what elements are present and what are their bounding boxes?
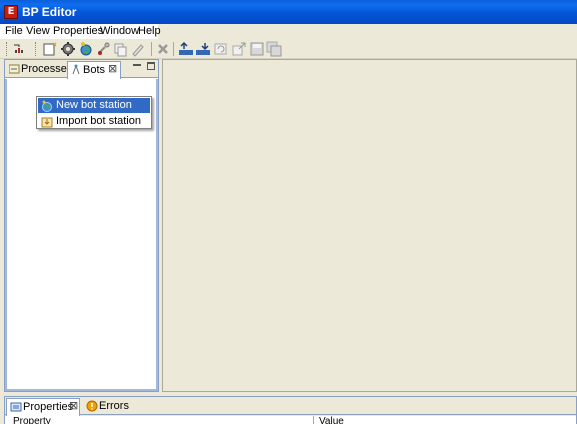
save-all-icon[interactable]: [266, 41, 282, 57]
editor-area[interactable]: [162, 59, 577, 392]
toolbar-separator: [173, 42, 174, 56]
tab-properties[interactable]: Properties ⊠: [6, 398, 80, 416]
menu-item-label: New bot station: [56, 99, 132, 111]
column-divider[interactable]: [313, 416, 314, 424]
properties-icon: [10, 401, 22, 413]
copy-icon[interactable]: [112, 41, 128, 57]
delete-icon[interactable]: [155, 41, 171, 57]
tab-processes[interactable]: Processes: [6, 61, 72, 78]
menu-item-label: Import bot station: [56, 115, 141, 127]
close-icon[interactable]: ⊠: [108, 62, 117, 77]
tab-processes-label: Processes: [21, 63, 73, 75]
toolbar: [0, 39, 577, 59]
toolbar-separator: [151, 42, 152, 56]
gear-icon[interactable]: [60, 41, 76, 57]
new-process-icon[interactable]: [12, 41, 28, 57]
menu-window[interactable]: Window: [100, 25, 139, 37]
view-tab-bar: Processes Bots ⊠: [5, 60, 158, 79]
menu-file[interactable]: File: [5, 25, 23, 37]
close-icon[interactable]: ⊠: [69, 399, 78, 414]
properties-table[interactable]: Property Value: [5, 416, 576, 424]
new-folder-icon[interactable]: [42, 41, 58, 57]
processes-icon: [8, 63, 20, 74]
export-icon[interactable]: [231, 41, 247, 57]
upload-icon[interactable]: [178, 41, 194, 57]
tab-bots-label: Bots: [83, 64, 106, 76]
column-header-property[interactable]: Property: [13, 416, 51, 424]
menu-help[interactable]: Help: [138, 25, 161, 37]
minimize-icon[interactable]: [133, 64, 141, 66]
globe-icon[interactable]: [78, 41, 94, 57]
context-menu: New bot station Import bot station: [36, 96, 152, 129]
edit-icon[interactable]: [130, 41, 146, 57]
tab-errors-label: Errors: [99, 400, 129, 412]
menu-properties[interactable]: Properties: [53, 25, 103, 37]
toolbar-grip[interactable]: [35, 42, 37, 56]
column-header-value[interactable]: Value: [319, 416, 344, 424]
bottom-panel: Properties ⊠ Errors Property Value: [4, 396, 577, 424]
refresh-icon[interactable]: [213, 41, 229, 57]
bots-icon: [71, 64, 82, 75]
connect-icon[interactable]: [96, 41, 112, 57]
menu-item-import-bot-station[interactable]: Import bot station: [38, 114, 150, 129]
bottom-tab-bar: Properties ⊠ Errors: [5, 397, 576, 416]
app-logo-icon: E: [4, 5, 18, 19]
save-icon[interactable]: [249, 41, 265, 57]
menu-bar: File View Properties Window Help: [0, 24, 577, 39]
download-icon[interactable]: [195, 41, 211, 57]
menu-view[interactable]: View: [26, 25, 50, 37]
bot-station-icon: [41, 100, 53, 112]
warning-icon: [86, 400, 98, 412]
maximize-icon[interactable]: [147, 62, 155, 70]
tab-bots[interactable]: Bots ⊠: [67, 61, 121, 79]
import-icon: [41, 116, 53, 128]
menu-item-new-bot-station[interactable]: New bot station: [38, 98, 150, 113]
window-title: BP Editor: [22, 5, 77, 19]
title-bar[interactable]: E BP Editor: [0, 0, 577, 24]
toolbar-grip[interactable]: [6, 42, 8, 56]
tab-properties-label: Properties: [23, 401, 74, 413]
tab-errors[interactable]: Errors: [83, 398, 131, 415]
